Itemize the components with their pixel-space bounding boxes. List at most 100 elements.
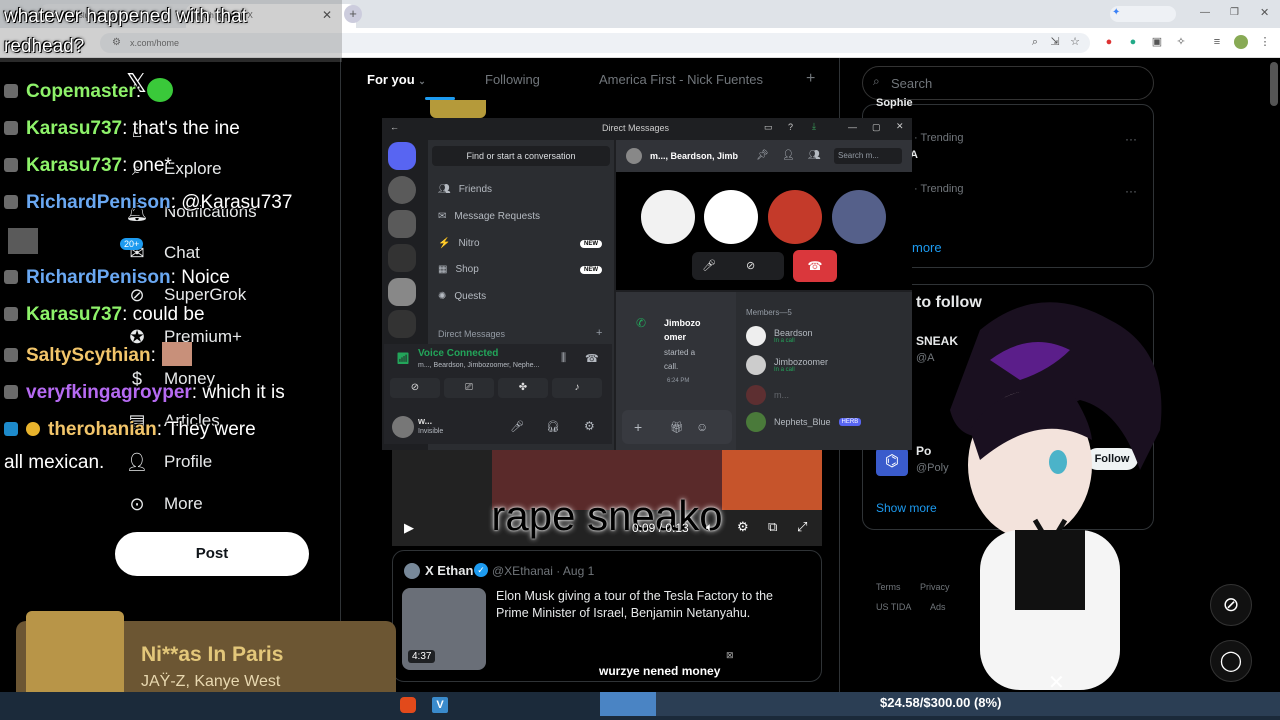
settings-gear-icon[interactable]: ⚙ bbox=[584, 419, 595, 433]
media-icon[interactable]: ≡ bbox=[1210, 35, 1224, 49]
show-more-link[interactable]: more bbox=[912, 240, 942, 255]
scrollbar[interactable] bbox=[1270, 62, 1278, 106]
tab-following[interactable]: Following bbox=[485, 72, 540, 87]
minimize-icon[interactable]: — bbox=[1200, 7, 1210, 18]
back-arrow-icon[interactable]: ← bbox=[390, 122, 399, 132]
more-options-icon[interactable]: ··· bbox=[1125, 132, 1137, 146]
grok-float-icon[interactable]: ⊘ bbox=[1210, 584, 1252, 626]
maximize-icon[interactable]: ▢ bbox=[872, 122, 881, 133]
video-toggle-button[interactable]: ⊘ bbox=[390, 378, 440, 398]
screen-share-button[interactable]: ⎚ bbox=[444, 378, 494, 398]
browser-menu-icon[interactable]: ⋮ bbox=[1258, 35, 1272, 49]
call-participant-avatar[interactable] bbox=[832, 190, 886, 244]
chat-text: They were bbox=[162, 419, 256, 440]
server-icon[interactable] bbox=[388, 310, 416, 338]
find-conversation-input[interactable]: Find or start a conversation bbox=[432, 146, 610, 166]
help-icon[interactable]: ? bbox=[788, 122, 793, 132]
fullscreen-icon[interactable]: ⤢ bbox=[797, 519, 807, 535]
minimize-icon[interactable]: — bbox=[848, 122, 857, 132]
maximize-icon[interactable]: ❐ bbox=[1230, 7, 1239, 18]
nav-profile[interactable]: 👤︎ Profile bbox=[126, 451, 213, 473]
search-input[interactable]: Search bbox=[862, 66, 1154, 100]
tweet-author-avatar[interactable] bbox=[404, 563, 420, 579]
camera-off-icon[interactable]: ⊘ bbox=[746, 259, 755, 272]
gift-icon[interactable]: 🎁︎ bbox=[670, 421, 684, 434]
footer-link[interactable]: US TIDA bbox=[876, 602, 911, 612]
member-item[interactable]: m... bbox=[746, 385, 789, 405]
members-icon[interactable]: 👥︎ bbox=[808, 150, 821, 161]
dm-menu-requests[interactable]: ✉ Message Requests bbox=[438, 211, 540, 222]
attach-plus-icon[interactable]: + bbox=[634, 419, 642, 435]
emoji-icon[interactable]: ☺ bbox=[696, 420, 708, 434]
leave-call-button[interactable]: ☎ bbox=[793, 250, 837, 282]
close-icon[interactable]: ⊠ bbox=[726, 650, 734, 661]
extension-grey-icon[interactable]: ▣ bbox=[1150, 35, 1164, 49]
chat-text: all mexican. bbox=[4, 452, 105, 473]
noise-icon[interactable]: ⫼ bbox=[561, 352, 566, 365]
member-avatar bbox=[746, 355, 766, 375]
new-tab-icon[interactable]: + bbox=[344, 5, 362, 23]
soundboard-button[interactable]: ♪ bbox=[552, 378, 602, 398]
new-dm-icon[interactable]: + bbox=[596, 327, 602, 339]
play-icon[interactable]: ▶ bbox=[404, 520, 414, 536]
tweet-author-name[interactable]: X Ethan bbox=[425, 563, 473, 578]
close-icon[interactable]: ✕ bbox=[896, 121, 904, 132]
member-name: Beardson bbox=[774, 328, 813, 338]
dm-menu-nitro[interactable]: ⚡ Nitro NEW bbox=[438, 238, 602, 249]
more-options-icon[interactable]: ··· bbox=[1125, 184, 1137, 198]
volume-icon[interactable]: 🔈︎ bbox=[706, 520, 713, 535]
bits-badge-icon bbox=[26, 422, 40, 436]
nav-more[interactable]: ⊙ More bbox=[126, 493, 202, 515]
member-item[interactable]: Jimbozoomer In a call bbox=[746, 355, 828, 375]
member-item[interactable]: Beardson In a call bbox=[746, 326, 813, 346]
call-participant-avatar[interactable] bbox=[768, 190, 822, 244]
add-friends-icon[interactable]: 👤︎ bbox=[782, 150, 795, 161]
microphone-icon[interactable]: 🎤︎ bbox=[702, 259, 716, 272]
polymarket-avatar[interactable]: ⌬ bbox=[876, 448, 908, 476]
menu-label: Message Requests bbox=[454, 211, 540, 222]
inbox-icon[interactable]: ▭ bbox=[764, 122, 773, 133]
call-participant-avatar[interactable] bbox=[641, 190, 695, 244]
discord-home-icon[interactable] bbox=[388, 142, 416, 170]
headphones-icon[interactable]: 🎧︎ bbox=[546, 420, 560, 433]
pin-icon[interactable]: 📌︎ bbox=[756, 150, 769, 161]
footer-link[interactable]: Terms bbox=[876, 582, 901, 592]
profile-avatar[interactable] bbox=[1234, 35, 1248, 49]
extensions-icon[interactable]: ✧ bbox=[1174, 35, 1188, 49]
server-icon[interactable] bbox=[388, 210, 416, 238]
close-window-icon[interactable]: ✕ bbox=[1260, 6, 1269, 19]
star-icon[interactable]: ☆ bbox=[1068, 35, 1082, 49]
activities-button[interactable]: ✤ bbox=[498, 378, 548, 398]
messages-float-icon[interactable]: ◯ bbox=[1210, 640, 1252, 682]
member-item[interactable]: Nephets_Blue HERB bbox=[746, 412, 862, 432]
tweet-video-thumbnail[interactable]: 4:37 bbox=[402, 588, 486, 670]
install-icon[interactable]: ⇲ bbox=[1048, 35, 1062, 49]
call-participant-avatar[interactable] bbox=[704, 190, 758, 244]
zoom-icon[interactable]: ⌕ bbox=[1028, 35, 1042, 49]
disconnect-icon[interactable]: ☎ bbox=[585, 352, 599, 365]
pip-icon[interactable]: ⧉ bbox=[768, 519, 777, 535]
brave-icon[interactable] bbox=[400, 697, 416, 713]
post-button[interactable]: Post bbox=[115, 532, 309, 576]
extension-green-icon[interactable]: ● bbox=[1126, 35, 1140, 49]
dm-search-input[interactable]: Search m... bbox=[834, 148, 902, 164]
tab-for-you[interactable]: For you ⌄ bbox=[367, 72, 426, 87]
dm-menu-quests[interactable]: ✺ Quests bbox=[438, 291, 486, 302]
dm-menu-friends[interactable]: 👥︎ Friends bbox=[438, 184, 492, 195]
server-icon[interactable] bbox=[388, 176, 416, 204]
chat-username: Karasu737 bbox=[26, 118, 123, 139]
app-v-icon[interactable]: V bbox=[432, 697, 448, 713]
download-icon[interactable]: ⤓ bbox=[812, 121, 816, 132]
server-icon[interactable] bbox=[388, 278, 416, 306]
dm-menu-shop[interactable]: ▦ Shop NEW bbox=[438, 264, 602, 275]
member-avatar bbox=[746, 385, 766, 405]
extension-red-icon[interactable]: ● bbox=[1102, 35, 1116, 49]
add-tab-icon[interactable]: + bbox=[806, 70, 815, 88]
chat-message: whatever happened with that bbox=[4, 6, 247, 28]
microphone-icon[interactable]: 🎤︎ bbox=[510, 420, 524, 433]
tab-america-first[interactable]: America First - Nick Fuentes bbox=[599, 72, 763, 87]
server-icon[interactable] bbox=[388, 244, 416, 272]
member-avatar bbox=[746, 412, 766, 432]
settings-gear-icon[interactable]: ⚙ bbox=[737, 519, 749, 535]
user-avatar[interactable] bbox=[392, 416, 414, 438]
